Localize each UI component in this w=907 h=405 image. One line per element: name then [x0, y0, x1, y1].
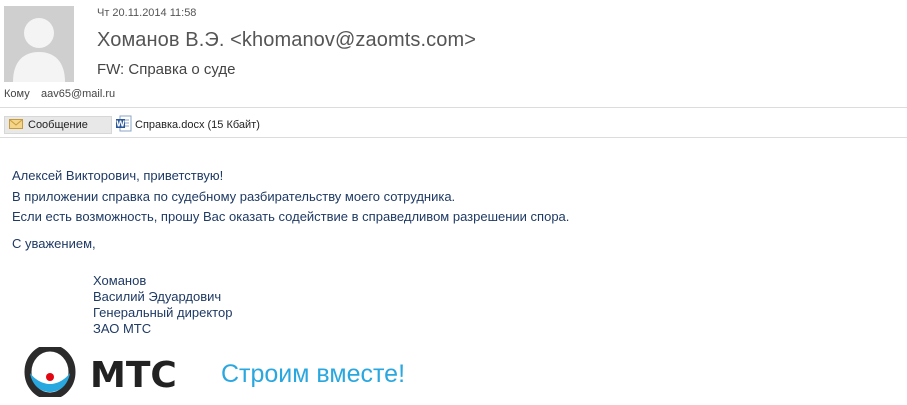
message-body: Алексей Викторович, приветствую! В прило… [12, 166, 569, 228]
tab-message[interactable]: Сообщение [4, 116, 112, 134]
signature-company: ЗАО МТС [93, 321, 152, 336]
signature-position: Генеральный директор [93, 305, 233, 320]
message-date: Чт 20.11.2014 11:58 [97, 7, 197, 19]
svg-text:W: W [116, 120, 125, 129]
mts-logo: МТС [22, 344, 182, 402]
sender-avatar [4, 6, 74, 82]
body-line-greeting: Алексей Викторович, приветствую! [12, 168, 224, 183]
signature-given-names: Василий Эдуардович [93, 289, 222, 304]
signature-block: Хоманов Василий Эдуардович Генеральный д… [93, 273, 232, 337]
signature-surname: Хоманов [93, 273, 147, 288]
closing-regards: С уважением, [12, 236, 96, 251]
body-line-attachment-note: В приложении справка по судебному разбир… [12, 188, 456, 204]
body-line-request: Если есть возможность, прошу Вас оказать… [12, 209, 570, 224]
slogan-text: Строим вместе! [221, 360, 406, 388]
tab-message-label: Сообщение [28, 119, 88, 131]
mts-egg-logo-icon: МТС [24, 344, 177, 400]
tabs-divider [0, 137, 907, 138]
word-document-icon: W [116, 115, 132, 135]
to-label: Кому [4, 88, 30, 100]
recipient-address[interactable]: aav65@mail.ru [41, 88, 115, 100]
person-silhouette-icon [13, 18, 65, 82]
attachment-item[interactable]: W Справка.docx (15 Кбайт) [116, 115, 260, 135]
envelope-icon [9, 118, 23, 132]
sender-name[interactable]: Хоманов В.Э. <khomanov@zaomts.com> [97, 29, 476, 52]
mts-brand-text: МТС [90, 355, 177, 396]
attachment-label: Справка.docx (15 Кбайт) [135, 119, 260, 131]
message-subject: FW: Справка о суде [97, 61, 236, 78]
header-divider [0, 107, 907, 108]
